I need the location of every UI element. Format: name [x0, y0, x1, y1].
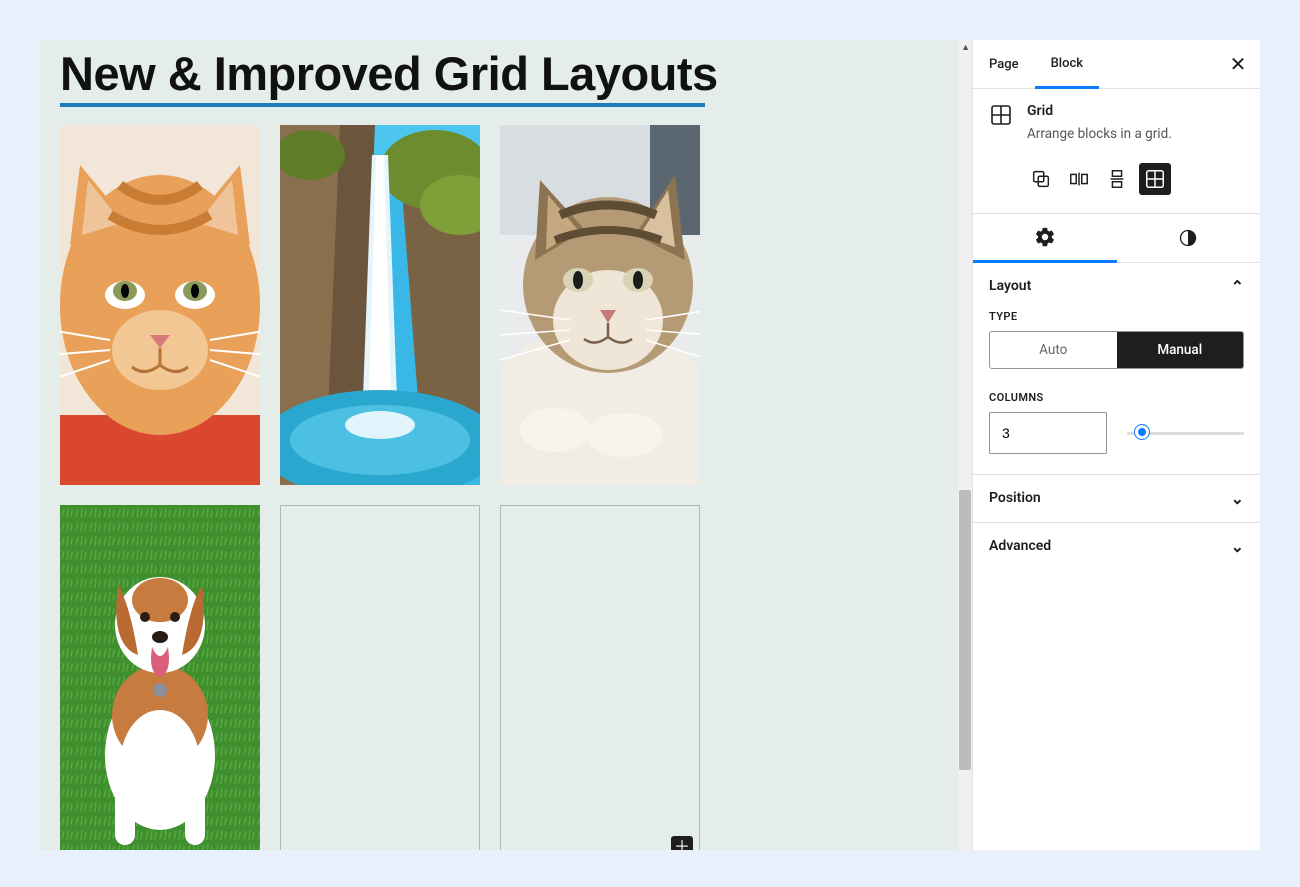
panel-advanced-header[interactable]: Advanced ⌄ [973, 523, 1260, 570]
chevron-up-icon: ⌃ [1231, 277, 1244, 296]
inspector-tab-settings[interactable] [973, 214, 1117, 263]
tab-block[interactable]: Block [1035, 41, 1099, 89]
block-transform-row [973, 163, 1260, 213]
sidebar-tabs: Page Block ✕ [973, 40, 1260, 89]
grid-block[interactable]: ＋ [60, 125, 952, 850]
block-name: Grid [1027, 103, 1172, 119]
panel-title: Advanced [989, 538, 1051, 554]
close-sidebar-button[interactable]: ✕ [1226, 52, 1250, 76]
title-underline [60, 103, 705, 107]
canvas-scrollbar[interactable]: ▲ [958, 40, 972, 850]
editor-frame: New & Improved Grid Layouts [40, 40, 1260, 850]
tab-page[interactable]: Page [973, 40, 1035, 88]
inspector-tab-styles[interactable] [1117, 214, 1261, 262]
block-description: Arrange blocks in a grid. [1027, 125, 1172, 145]
columns-input[interactable] [989, 412, 1107, 454]
slider-thumb[interactable] [1135, 425, 1149, 439]
panel-layout-header[interactable]: Layout ⌃ [973, 263, 1260, 310]
type-toggle-group: Auto Manual [989, 331, 1244, 369]
columns-label: Columns [989, 391, 1244, 404]
scroll-up-arrow-icon[interactable]: ▲ [961, 42, 970, 53]
panel-advanced: Advanced ⌄ [973, 523, 1260, 570]
chevron-down-icon: ⌄ [1231, 537, 1244, 556]
transform-group-button[interactable] [1025, 163, 1057, 195]
grid-cell-empty[interactable]: ＋ [500, 505, 700, 850]
styles-icon [1178, 228, 1198, 248]
editor-canvas[interactable]: New & Improved Grid Layouts [40, 40, 972, 850]
gear-icon [1034, 226, 1056, 248]
panel-position-header[interactable]: Position ⌄ [973, 475, 1260, 522]
grid-cell-empty[interactable] [280, 505, 480, 850]
settings-sidebar: Page Block ✕ Grid Arrange blocks in a gr… [972, 40, 1260, 850]
transform-row-button[interactable] [1063, 163, 1095, 195]
page-title[interactable]: New & Improved Grid Layouts [60, 40, 952, 103]
chevron-down-icon: ⌄ [1231, 489, 1244, 508]
grid-cell-image[interactable] [60, 125, 260, 485]
columns-slider[interactable] [1127, 423, 1244, 443]
type-manual-button[interactable]: Manual [1117, 332, 1244, 368]
close-icon: ✕ [1230, 52, 1247, 76]
add-block-button[interactable]: ＋ [671, 836, 693, 850]
type-label: Type [989, 310, 1244, 323]
grid-cell-image[interactable] [60, 505, 260, 850]
transform-stack-button[interactable] [1101, 163, 1133, 195]
block-card: Grid Arrange blocks in a grid. [973, 89, 1260, 163]
inspector-tabs [973, 213, 1260, 263]
panel-title: Position [989, 490, 1041, 506]
plus-icon: ＋ [674, 839, 690, 850]
panel-title: Layout [989, 278, 1031, 294]
type-auto-button[interactable]: Auto [990, 332, 1117, 368]
panel-position: Position ⌄ [973, 475, 1260, 523]
transform-grid-button[interactable] [1139, 163, 1171, 195]
scroll-thumb[interactable] [959, 490, 971, 770]
panel-layout: Layout ⌃ Type Auto Manual Columns [973, 263, 1260, 475]
grid-icon [989, 103, 1013, 127]
grid-cell-image[interactable] [280, 125, 480, 485]
grid-cell-image[interactable] [500, 125, 700, 485]
